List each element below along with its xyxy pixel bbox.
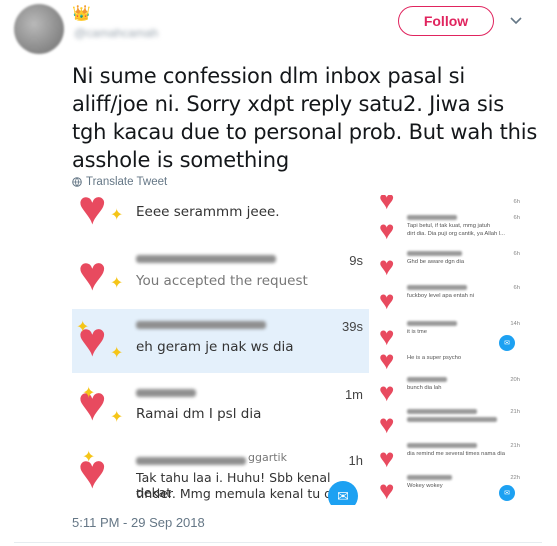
dm-time: 6h [513, 285, 520, 291]
dm-message: He is a super psycho [407, 355, 462, 361]
list-item: ♥ ✦ Eeee serammm jeee. [72, 195, 369, 245]
heart-avatar-icon: ♥ [379, 443, 395, 473]
blurred-name [407, 215, 457, 220]
sparkle-icon: ✦ [110, 345, 124, 362]
crown-emoji: 👑 [72, 5, 91, 22]
dm-name-suffix: ggartik [248, 451, 287, 464]
sparkle-icon: ✦ [76, 319, 90, 336]
blurred-name [136, 255, 276, 263]
heart-avatar-icon: ♥ [379, 475, 395, 505]
dm-message: Tapi betul, if tak kuat, mmg jatuh [407, 223, 491, 229]
dm-message: Ramai dm I psl dia [136, 406, 262, 422]
heart-avatar-icon: ♥ [379, 409, 395, 439]
compose-icon: ✉ [337, 487, 349, 504]
list-item: ♥ ✦ ✦ 1m Ramai dm I psl dia [72, 373, 369, 443]
user-handle[interactable]: @camahcamah [74, 26, 158, 40]
dm-message-line2: tinder. Mmg memula kenal tu dia [136, 486, 344, 501]
dm-time: 21h [510, 443, 520, 449]
dm-message: You accepted the request [136, 273, 308, 289]
list-item: ♥ 22h Wokey wokey ✉ [377, 471, 524, 505]
tweet-timestamp[interactable]: 5:11 PM - 29 Sep 2018 [72, 515, 205, 530]
dm-time: 6h [513, 215, 520, 221]
dm-screenshot-left: ♥ ✦ Eeee serammm jeee. ♥ ✦ 9s You accept… [72, 195, 369, 505]
dm-time: 1m [344, 387, 363, 402]
dm-time: 14h [510, 321, 520, 327]
heart-avatar-icon: ♥ [379, 285, 395, 315]
dm-message-line2: dirt dia. Dia puji org cantik, ya Allah … [407, 231, 505, 237]
heart-avatar-icon: ♥ [78, 248, 107, 301]
dm-message: bunch dia lah [407, 385, 442, 391]
compose-dm-button[interactable]: ✉ [328, 481, 358, 505]
avatar[interactable] [14, 4, 64, 54]
follow-button[interactable]: Follow [398, 6, 494, 36]
dm-message: Wokey wokey [407, 483, 443, 489]
heart-avatar-icon: ♥ [379, 251, 395, 281]
heart-avatar-icon: ♥ [379, 215, 395, 245]
tweet-header: 👑 @camahcamah Follow [0, 0, 557, 60]
divider [14, 542, 542, 543]
dm-time: 6h [513, 251, 520, 257]
blurred-name [407, 377, 447, 382]
translate-tweet-link[interactable]: Translate Tweet [72, 176, 167, 188]
dm-time: 39s [342, 319, 363, 334]
heart-avatar-icon: ♥ [78, 195, 107, 235]
dm-message: Ghd be aware dgn dia [407, 259, 465, 265]
dm-screenshot-right: ♥ 6h ♥ 6h Tapi betul, if tak kuat, mmg j… [377, 195, 524, 505]
dm-time: 21h [510, 409, 520, 415]
dm-time: 9s [349, 253, 363, 268]
blurred-name [407, 409, 477, 414]
chevron-down-icon[interactable] [508, 12, 524, 28]
blurred-name [407, 443, 477, 448]
dm-message: Eeee serammm jeee. [136, 204, 280, 220]
list-item: ♥ ✦ ggartik 1h Tak tahu laa i. Huhu! Sbb… [72, 445, 369, 505]
dm-time: 22h [510, 475, 520, 481]
heart-avatar-icon: ♥ [379, 345, 395, 375]
dm-message: fuckboy level apa entah ni [407, 293, 475, 299]
dm-message: it is tme [407, 329, 427, 335]
blurred-name [407, 251, 462, 256]
sparkle-icon: ✦ [110, 275, 124, 292]
list-item: ♥ ✦ 9s You accepted the request [72, 245, 369, 309]
blurred-name [136, 389, 196, 397]
compose-dm-button[interactable]: ✉ [499, 485, 515, 501]
blurred-name [407, 285, 467, 290]
dm-time: 1h [348, 453, 363, 468]
blurred-name [407, 321, 457, 326]
globe-icon [72, 177, 82, 187]
translate-label: Translate Tweet [86, 176, 168, 188]
sparkle-icon: ✦ [110, 207, 124, 224]
blurred-name [136, 457, 246, 465]
list-item: ♥ ✦ ✦ 39s eh geram je nak ws dia [72, 309, 369, 373]
tweet-text: Ni sume confession dlm inbox pasal si al… [72, 64, 538, 172]
blurred-name [136, 321, 266, 329]
blurred-message [407, 417, 497, 422]
dm-message: eh geram je nak ws dia [136, 339, 294, 355]
dm-time: 6h [513, 199, 520, 205]
sparkle-icon: ✦ [82, 449, 96, 466]
dm-message: dia remind me several times nama dia [407, 451, 505, 457]
blurred-name [407, 475, 452, 480]
sparkle-icon: ✦ [82, 385, 96, 402]
sparkle-icon: ✦ [110, 409, 124, 426]
heart-avatar-icon: ♥ [379, 377, 395, 407]
dm-time: 20h [510, 377, 520, 383]
